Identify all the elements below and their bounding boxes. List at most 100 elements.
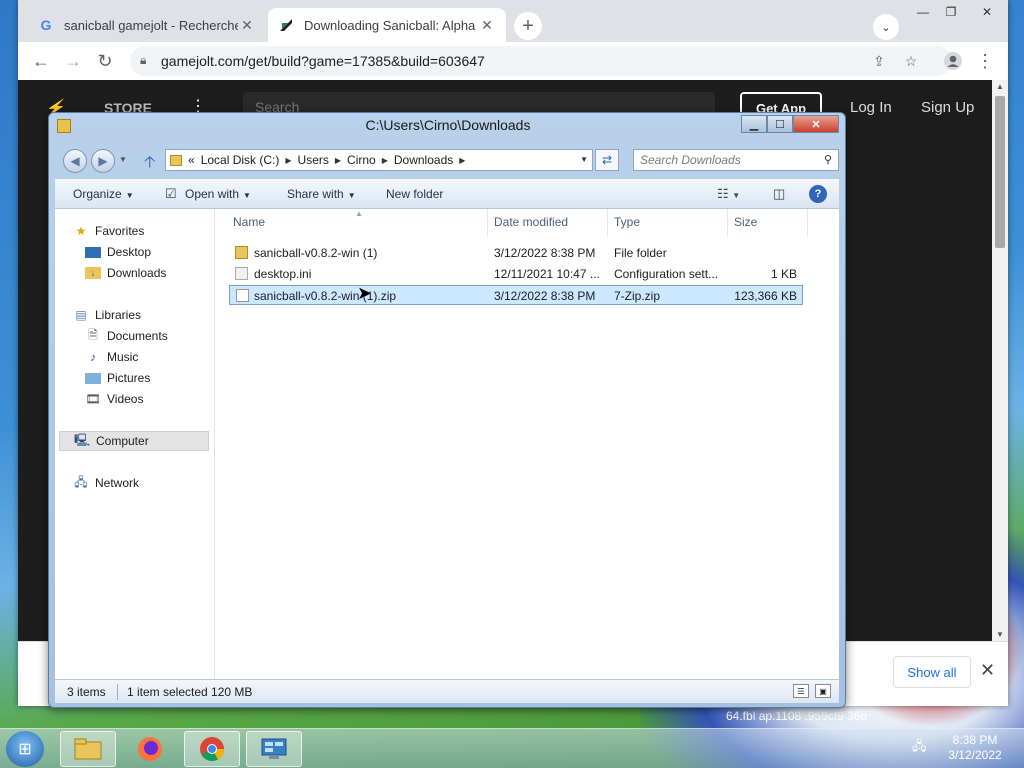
column-divider[interactable] xyxy=(487,209,488,237)
address-dropdown-icon[interactable]: ▼ xyxy=(580,155,588,164)
page-scrollbar[interactable]: ▲ ▼ xyxy=(992,80,1008,641)
more-menu-icon[interactable]: ⋮ xyxy=(972,48,998,74)
nav-computer[interactable]: 🖳︎ Computer xyxy=(59,431,209,451)
column-divider[interactable] xyxy=(727,209,728,237)
recent-pages-dropdown-icon[interactable]: ▼ xyxy=(119,155,127,164)
explorer-forward-icon[interactable]: ▶ xyxy=(91,149,115,173)
taskbar-explorer-icon[interactable] xyxy=(60,731,116,767)
breadcrumb-downloads[interactable]: Downloads xyxy=(394,153,453,167)
file-row-selected[interactable]: sanicball-v0.8.2-win (1).zip 3/12/2022 8… xyxy=(229,285,803,305)
sort-ascending-icon: ▲ xyxy=(355,209,363,218)
forward-arrow-icon[interactable]: → xyxy=(60,48,86,74)
organize-button[interactable]: Organize ▼ xyxy=(73,187,134,201)
chevron-right-icon[interactable]: ▶ xyxy=(382,156,388,165)
nav-pictures[interactable]: Pictures xyxy=(85,368,150,388)
taskbar-clock[interactable]: 8:38 PM 3/12/2022 xyxy=(940,733,1010,763)
sign-up-link[interactable]: Sign Up xyxy=(921,99,974,116)
profile-avatar-icon[interactable] xyxy=(940,48,966,74)
nav-downloads[interactable]: ↓ Downloads xyxy=(85,263,166,283)
search-downloads-input[interactable]: Search Downloads ⚲ xyxy=(633,149,839,171)
preview-pane-icon[interactable]: ◫ xyxy=(773,186,785,202)
explorer-maximize-button[interactable]: ☐ xyxy=(767,115,793,133)
chevron-right-icon[interactable]: ▶ xyxy=(459,156,465,165)
address-bar[interactable]: 🔒︎ gamejolt.com/get/build?game=17385&bui… xyxy=(130,46,952,76)
breadcrumb-local-disk[interactable]: Local Disk (C:) xyxy=(201,153,280,167)
nav-favorites[interactable]: ★ Favorites xyxy=(73,221,145,241)
taskbar-firefox-icon[interactable] xyxy=(122,731,178,767)
change-view-icon[interactable]: ☷ ▼ xyxy=(717,186,740,202)
scrollbar-thumb[interactable] xyxy=(995,96,1005,248)
large-icons-view-icon[interactable]: ▣ xyxy=(815,684,831,698)
start-button-windows-icon[interactable]: ⊞ xyxy=(6,731,44,767)
new-tab-button[interactable]: + xyxy=(514,12,542,40)
file-row[interactable]: desktop.ini 12/11/2021 10:47 ... Configu… xyxy=(229,264,803,284)
network-icon: 🖧︎ xyxy=(74,474,88,489)
column-header-date[interactable]: Date modified xyxy=(494,215,568,229)
file-type: Configuration sett... xyxy=(614,267,719,281)
show-all-button[interactable]: Show all xyxy=(893,656,971,688)
tab-google-search[interactable]: G sanicball gamejolt - Recherche G ✕ xyxy=(28,8,266,42)
nav-label: Downloads xyxy=(107,266,167,280)
file-date: 12/11/2021 10:47 ... xyxy=(494,267,600,281)
explorer-minimize-button[interactable]: ▁ xyxy=(741,115,767,133)
close-tab-icon[interactable]: ✕ xyxy=(478,17,496,34)
window-restore-icon[interactable]: ❐ xyxy=(938,2,964,22)
help-icon[interactable]: ? xyxy=(809,185,827,203)
close-downloads-bar-icon[interactable]: ✕ xyxy=(980,660,995,681)
taskbar-control-panel-icon[interactable] xyxy=(246,731,302,767)
column-divider[interactable] xyxy=(807,209,808,237)
documents-icon: 🗎︎ xyxy=(88,327,98,342)
column-divider[interactable] xyxy=(607,209,608,237)
nav-label: Libraries xyxy=(95,308,142,322)
star-bookmark-icon[interactable]: ☆ xyxy=(900,50,922,72)
taskbar-chrome-icon[interactable] xyxy=(184,731,240,767)
explorer-close-button[interactable]: ✕ xyxy=(793,115,839,133)
scroll-down-icon[interactable]: ▼ xyxy=(995,630,1005,639)
network-tray-icon[interactable]: 🖧︎ xyxy=(912,737,927,759)
details-view-icon[interactable]: ☰ xyxy=(793,684,809,698)
star-icon: ★ xyxy=(75,224,87,238)
nav-label: Favorites xyxy=(95,224,145,238)
selection-info: 1 item selected 120 MB xyxy=(127,685,253,699)
up-folder-icon[interactable]: 🡡 xyxy=(144,151,156,178)
window-minimize-icon[interactable]: — xyxy=(910,2,936,22)
reload-icon[interactable]: ↻ xyxy=(92,48,118,74)
nav-network[interactable]: 🖧︎ Network xyxy=(73,473,139,493)
chevron-right-icon[interactable]: ▶ xyxy=(335,156,341,165)
chevron-right-icon[interactable]: ▶ xyxy=(285,156,291,165)
clock-date: 3/12/2022 xyxy=(948,748,1002,762)
explorer-address-bar[interactable]: « Local Disk (C:) ▶ Users ▶ Cirno ▶ Down… xyxy=(165,149,593,171)
refresh-icon[interactable]: ⇄ xyxy=(595,149,619,171)
clock-time: 8:38 PM xyxy=(952,733,998,747)
breadcrumb-users[interactable]: Users xyxy=(298,153,329,167)
tab-search-chevron-icon[interactable]: ⌄ xyxy=(873,14,899,40)
breadcrumb-overflow[interactable]: « xyxy=(188,153,195,167)
back-arrow-icon[interactable]: ← xyxy=(28,48,54,74)
new-folder-button[interactable]: New folder xyxy=(386,187,443,201)
nav-music[interactable]: ♪ Music xyxy=(85,347,138,367)
file-row[interactable]: sanicball-v0.8.2-win (1) 3/12/2022 8:38 … xyxy=(229,243,803,263)
share-icon[interactable]: ⇪ xyxy=(868,50,890,72)
tab-gamejolt-download[interactable]: Downloading Sanicball: Alpha (v ✕ xyxy=(268,8,506,42)
url-text: gamejolt.com/get/build?game=17385&build=… xyxy=(161,53,485,69)
desktop-icon xyxy=(85,246,101,258)
pictures-icon xyxy=(85,372,101,384)
nav-desktop[interactable]: Desktop xyxy=(85,242,151,262)
downloads-folder-icon: ↓ xyxy=(85,267,101,279)
nav-videos[interactable]: 🎞︎ Videos xyxy=(85,389,143,409)
log-in-link[interactable]: Log In xyxy=(850,99,892,116)
column-header-name[interactable]: Name xyxy=(233,215,265,229)
share-with-button[interactable]: Share with ▼ xyxy=(287,187,356,201)
scroll-up-icon[interactable]: ▲ xyxy=(995,82,1005,91)
column-header-size[interactable]: Size xyxy=(734,215,757,229)
window-close-icon[interactable]: ✕ xyxy=(972,2,1002,22)
column-header-type[interactable]: Type xyxy=(614,215,640,229)
nav-documents[interactable]: 🗎︎ Documents xyxy=(85,326,168,346)
open-with-button[interactable]: Open with ▼ xyxy=(185,187,251,201)
close-tab-icon[interactable]: ✕ xyxy=(238,17,256,34)
explorer-back-icon[interactable]: ◀ xyxy=(63,149,87,173)
chevron-down-icon: ▼ xyxy=(243,191,251,200)
breadcrumb-cirno[interactable]: Cirno xyxy=(347,153,376,167)
item-count: 3 items xyxy=(67,685,106,699)
nav-libraries[interactable]: ▤ Libraries xyxy=(73,305,141,325)
